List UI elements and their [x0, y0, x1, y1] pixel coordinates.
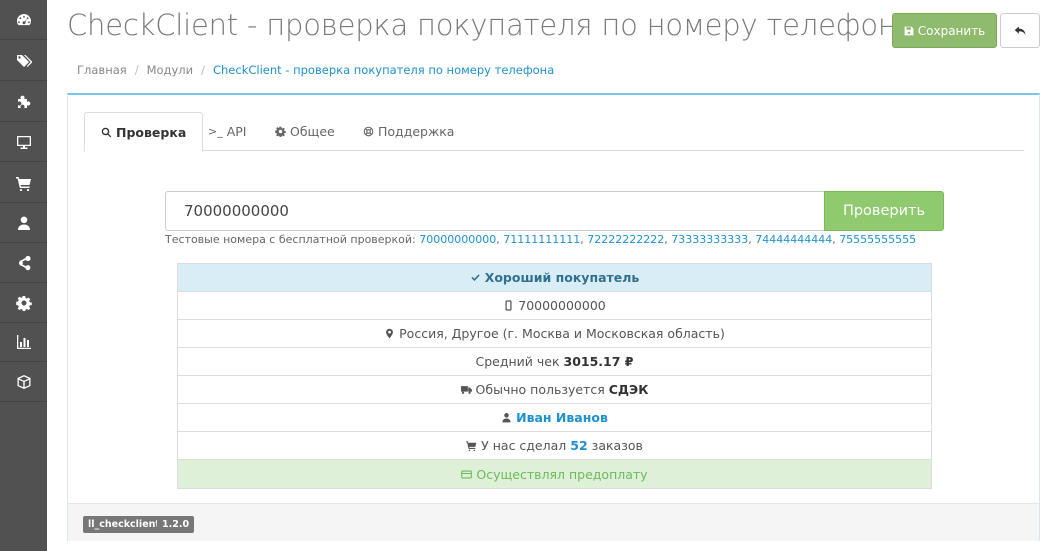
- result-status-row: Хороший покупатель: [178, 264, 931, 292]
- result-table: Хороший покупатель 70000000000 Россия, Д…: [177, 263, 932, 489]
- sidebar-item-customers[interactable]: [0, 203, 47, 243]
- result-location-row: Россия, Другое (г. Москва и Московская о…: [178, 320, 931, 348]
- tab-general[interactable]: Общее: [259, 112, 351, 151]
- breadcrumb-current[interactable]: CheckClient - проверка покупателя по ном…: [213, 63, 554, 77]
- customer-name-link[interactable]: Иван Иванов: [516, 410, 608, 425]
- sidebar-item-system[interactable]: [0, 283, 47, 323]
- share-icon: [18, 255, 30, 270]
- test-number-link[interactable]: 74444444444: [755, 233, 832, 246]
- cart-icon: [466, 441, 477, 451]
- sidebar-item-catalog[interactable]: [0, 41, 47, 81]
- page-title: CheckClient - проверка покупателя по ном…: [67, 8, 915, 42]
- avg-check-value: 3015.17 ₽: [563, 354, 634, 369]
- result-prepay-row: Осуществлял предоплату: [178, 460, 931, 488]
- delivery-value: СДЭК: [608, 382, 649, 397]
- version-badge: 1.2.0: [157, 516, 195, 533]
- sidebar-item-marketing[interactable]: [0, 243, 47, 283]
- orders-suffix: заказов: [591, 438, 643, 453]
- phone-input[interactable]: 70000000000: [165, 191, 825, 231]
- save-button[interactable]: Сохранить: [892, 13, 997, 48]
- truck-icon: [460, 386, 472, 394]
- main-panel: Проверка >_ API Общее Поддержка 70000000…: [67, 93, 1040, 541]
- floppy-icon: [904, 26, 914, 35]
- result-phone-row: 70000000000: [178, 292, 931, 320]
- result-status: Хороший покупатель: [484, 270, 640, 285]
- tab-bar: Проверка >_ API Общее Поддержка: [84, 112, 1024, 152]
- test-number-link[interactable]: 70000000000: [419, 233, 496, 246]
- breadcrumb: Главная / Модули / CheckClient - проверк…: [77, 63, 554, 77]
- gear-icon: [275, 126, 286, 137]
- user-icon: [17, 216, 30, 230]
- credit-card-icon: [461, 470, 473, 478]
- cube-icon: [17, 374, 30, 389]
- sidebar-item-extensions[interactable]: [0, 82, 47, 122]
- user-icon: [502, 413, 511, 423]
- bar-chart-icon: [16, 334, 31, 349]
- sidebar-item-sales[interactable]: [0, 163, 47, 203]
- mobile-icon: [505, 300, 512, 311]
- check-button[interactable]: Проверить: [824, 191, 944, 231]
- tab-check[interactable]: Проверка: [84, 112, 204, 152]
- map-marker-icon: [386, 328, 394, 339]
- dashboard-icon: [16, 13, 31, 25]
- reply-icon: [1014, 26, 1025, 35]
- search-icon: [101, 127, 112, 137]
- result-orders-row: У нас сделал 52 заказов: [178, 432, 931, 460]
- gear-icon: [15, 294, 32, 311]
- test-number-link[interactable]: 72222222222: [587, 233, 664, 246]
- test-number-link[interactable]: 75555555555: [839, 233, 916, 246]
- breadcrumb-home[interactable]: Главная: [77, 63, 127, 77]
- avg-check-label: Средний чек: [475, 354, 560, 369]
- test-numbers-hint: Тестовые номера с бесплатной проверкой: …: [165, 233, 917, 246]
- module-code-badge: ll_checkclient: [83, 516, 165, 533]
- sidebar-item-reports[interactable]: [0, 322, 47, 362]
- save-button-label: Сохранить: [917, 23, 986, 38]
- sidebar-item-design[interactable]: [0, 122, 47, 162]
- tab-api[interactable]: >_ API: [192, 112, 263, 151]
- test-number-link[interactable]: 71111111111: [503, 233, 580, 246]
- terminal-icon: >_: [208, 125, 223, 138]
- tab-general-label: Общее: [290, 124, 335, 139]
- result-location: Россия, Другое (г. Москва и Московская о…: [399, 326, 725, 341]
- result-phone: 70000000000: [518, 298, 606, 313]
- test-number-link[interactable]: 73333333333: [671, 233, 748, 246]
- sidebar-item-dashboard[interactable]: [0, 0, 47, 40]
- check-icon: [471, 274, 480, 281]
- result-delivery-row: Обычно пользуется СДЭК: [178, 376, 931, 404]
- orders-count-link[interactable]: 52: [570, 438, 587, 453]
- breadcrumb-modules[interactable]: Модули: [147, 63, 194, 77]
- monitor-icon: [16, 135, 31, 149]
- result-name-row: Иван Иванов: [178, 404, 931, 432]
- delivery-label: Обычно пользуется: [475, 382, 605, 397]
- tab-api-label: API: [226, 124, 247, 139]
- breadcrumb-separator: /: [134, 63, 139, 77]
- back-button[interactable]: [1000, 13, 1040, 48]
- prepay-status: Осуществлял предоплату: [476, 466, 648, 482]
- test-numbers-label: Тестовые номера с бесплатной проверкой:: [165, 233, 416, 246]
- tab-support-label: Поддержка: [378, 124, 455, 139]
- result-avg-check-row: Средний чек 3015.17 ₽: [178, 348, 931, 376]
- sidebar-item-modules[interactable]: [0, 362, 47, 402]
- panel-footer: ll_checkclient 1.2.0: [68, 503, 1039, 541]
- cart-icon: [15, 176, 31, 191]
- life-ring-icon: [363, 126, 374, 137]
- tab-support[interactable]: Поддержка: [347, 112, 470, 151]
- orders-prefix: У нас сделал: [481, 438, 567, 453]
- puzzle-icon: [17, 95, 30, 108]
- phone-input-value: 70000000000: [184, 202, 289, 220]
- breadcrumb-separator: /: [201, 63, 205, 77]
- tab-check-label: Проверка: [116, 124, 187, 140]
- sidebar: [0, 0, 47, 551]
- tags-icon: [16, 54, 32, 67]
